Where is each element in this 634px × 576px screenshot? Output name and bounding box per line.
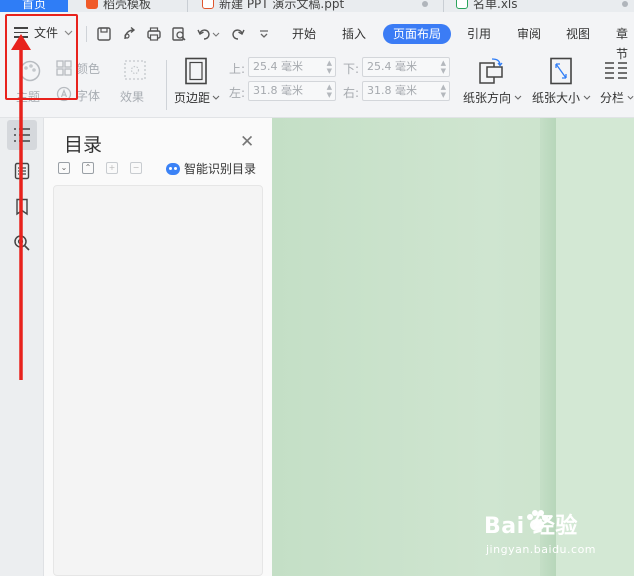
tab-xls-file[interactable]: 名单.xls [456, 0, 518, 12]
annotation-arrow [11, 34, 31, 380]
undo-icon[interactable] [196, 26, 212, 42]
close-icon[interactable]: ✕ [240, 132, 254, 152]
page-orientation-icon[interactable] [478, 57, 504, 85]
toc-title: 目录 [64, 134, 103, 156]
baidu-jingyan-watermark: Bai 经验 jingyan.baidu.com [478, 508, 634, 576]
tab-home-label: 首页 [21, 0, 46, 11]
tab-close-dot[interactable] [622, 1, 628, 7]
tab-references[interactable]: 引用 [461, 24, 497, 44]
columns-icon[interactable] [604, 60, 628, 82]
tab-page-layout[interactable]: 页面布局 [383, 24, 452, 44]
chevron-down-icon[interactable] [514, 95, 522, 101]
toc-list[interactable] [53, 185, 263, 576]
tab-divider [443, 0, 444, 12]
undo-dropdown-icon[interactable] [212, 26, 220, 42]
tab-ppt-file[interactable]: 新建 PPT 演示文稿.ppt [202, 0, 344, 12]
margin-right-field[interactable]: 31.8 毫米 ▲ ▼ [362, 81, 450, 101]
tab-ppt-label: 新建 PPT 演示文稿.ppt [219, 0, 345, 11]
expand-level-icon[interactable]: ⌃ [82, 162, 94, 174]
margin-right-label: 右: [343, 86, 360, 100]
margin-top-label: 上: [229, 62, 246, 76]
smart-recognition-icon [166, 162, 180, 175]
export-icon[interactable] [122, 26, 138, 42]
toc-panel: 目录 ✕ ⌄ ⌃ + − 智能识别目录 [44, 118, 272, 576]
xls-icon [456, 0, 468, 9]
tab-insert[interactable]: 插入 [336, 24, 372, 44]
tab-template-label: 稻壳模板 [103, 0, 152, 11]
tab-start[interactable]: 开始 [286, 24, 322, 44]
add-heading-icon[interactable]: + [106, 162, 118, 174]
theme-font-label[interactable]: 字体 [76, 87, 100, 104]
template-icon [86, 0, 98, 9]
color-scheme-label[interactable]: 颜色 [76, 60, 100, 77]
tab-xls-label: 名单.xls [473, 0, 518, 11]
tab-close-dot[interactable] [422, 1, 428, 7]
page-margins-label[interactable]: 页边距 [174, 89, 210, 106]
menu-row: 文件 开始 插入 页面布局 引用 审阅 视图 章节 [0, 12, 634, 61]
tab-view[interactable]: 视图 [560, 24, 596, 44]
smart-toc-button[interactable]: 智能识别目录 [166, 160, 256, 177]
chevron-down-icon[interactable] [583, 95, 591, 101]
margin-bottom-value: 25.4 毫米 [367, 60, 417, 73]
ribbon: 文件 开始 插入 页面布局 引用 审阅 视图 章节 主题 颜色 字体 效果 页边… [0, 12, 634, 118]
watermark-url: jingyan.baidu.com [486, 543, 597, 556]
spinner-icon[interactable]: ▲ ▼ [327, 83, 332, 99]
columns-label[interactable]: 分栏 [600, 89, 624, 106]
tab-divider [187, 0, 188, 12]
collapse-level-icon[interactable]: ⌄ [58, 162, 70, 174]
ppt-icon [202, 0, 214, 9]
document-tab-bar: 首页 稻壳模板 新建 PPT 演示文稿.ppt 名单.xls [0, 0, 634, 12]
tab-chapter[interactable]: 章节 [610, 24, 634, 61]
margin-bottom-field[interactable]: 25.4 毫米 ▲ ▼ [362, 57, 450, 77]
print-icon[interactable] [146, 26, 162, 42]
tab-home[interactable]: 首页 [0, 0, 68, 12]
page-size-label[interactable]: 纸张大小 [532, 89, 580, 106]
page-orientation-label[interactable]: 纸张方向 [463, 89, 511, 106]
spinner-icon[interactable]: ▲ ▼ [441, 83, 446, 99]
save-icon[interactable] [96, 26, 112, 42]
page-margins-icon[interactable] [184, 57, 208, 85]
chevron-down-icon[interactable] [212, 95, 220, 101]
divider [86, 26, 87, 42]
spinner-icon[interactable]: ▲ ▼ [327, 59, 332, 75]
margin-top-field[interactable]: 25.4 毫米 ▲ ▼ [248, 57, 336, 77]
redo-icon[interactable] [230, 26, 246, 42]
margin-top-value: 25.4 毫米 [253, 60, 303, 73]
watermark-logo-text: Bai 经验 [484, 514, 578, 539]
tab-review[interactable]: 审阅 [511, 24, 547, 44]
effect-label[interactable]: 效果 [120, 88, 144, 105]
margin-bottom-label: 下: [343, 62, 360, 76]
remove-heading-icon[interactable]: − [130, 162, 142, 174]
print-preview-icon[interactable] [171, 26, 187, 42]
divider [166, 60, 167, 110]
customize-toolbar-icon[interactable] [256, 26, 272, 42]
chevron-down-icon[interactable] [627, 95, 634, 101]
margin-left-value: 31.8 毫米 [253, 84, 303, 97]
page-layout-toolbar: 主题 颜色 字体 效果 页边距 上: 25.4 毫米 ▲ ▼ 左: 31.8 毫米 ▲… [0, 54, 634, 118]
effect-icon[interactable] [124, 60, 146, 80]
margin-left-label: 左: [229, 86, 246, 100]
smart-toc-label: 智能识别目录 [184, 162, 257, 176]
margin-right-value: 31.8 毫米 [367, 84, 417, 97]
page-size-icon[interactable] [549, 57, 573, 85]
margin-left-field[interactable]: 31.8 毫米 ▲ ▼ [248, 81, 336, 101]
spinner-icon[interactable]: ▲ ▼ [441, 59, 446, 75]
tab-template[interactable]: 稻壳模板 [86, 0, 151, 12]
